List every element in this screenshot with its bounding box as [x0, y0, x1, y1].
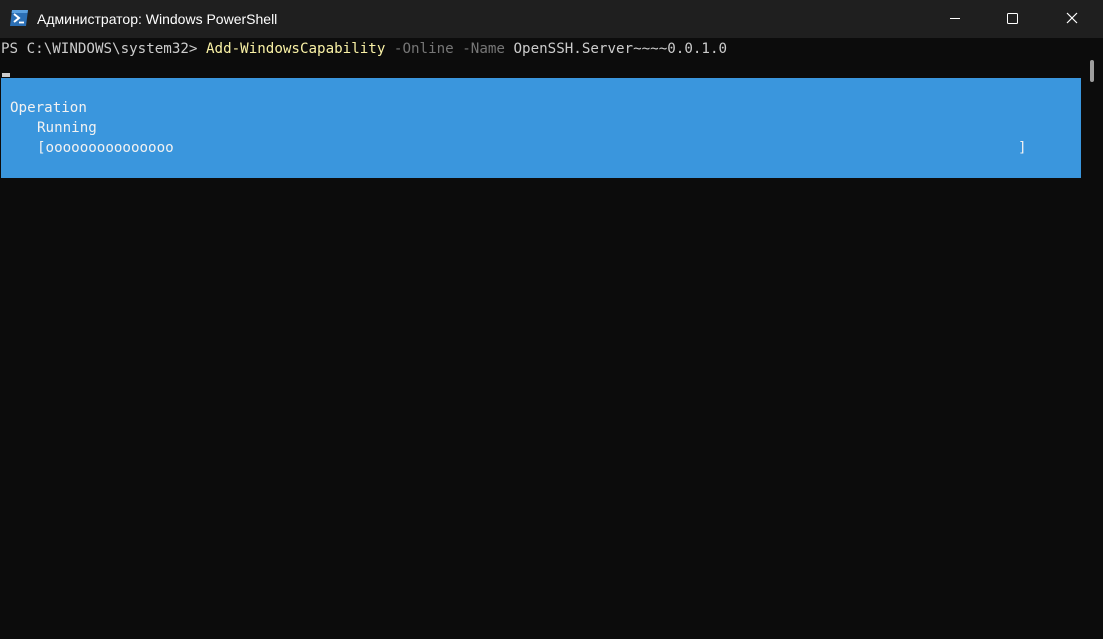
terminal-output[interactable]: PS C:\WINDOWS\system32> Add-WindowsCapab… — [0, 38, 1081, 639]
progress-bar-end: ] — [1018, 140, 1027, 156]
progress-activity: Operation — [10, 100, 87, 116]
cmdlet-name: Add-WindowsCapability — [206, 41, 386, 57]
maximize-icon — [1007, 13, 1018, 24]
powershell-window: Администратор: Windows PowerShell PS C:\… — [0, 0, 1103, 639]
progress-bar: [ooooooooooooooo — [37, 140, 174, 156]
prompt: PS C:\WINDOWS\system32> — [1, 41, 206, 57]
progress-panel: Operation Running [ooooooooooooooo ] — [1, 78, 1081, 178]
maximize-button[interactable] — [984, 0, 1042, 38]
parameter-online: -Online — [385, 41, 454, 57]
minimize-icon — [950, 18, 960, 19]
text-cursor — [2, 73, 10, 77]
parameter-name: -Name — [453, 41, 505, 57]
progress-status: Running — [37, 120, 97, 136]
powershell-icon — [9, 9, 29, 27]
command-line: PS C:\WINDOWS\system32> Add-WindowsCapab… — [1, 39, 727, 59]
capability-argument: OpenSSH.Server~~~~0.0.1.0 — [504, 41, 728, 57]
minimize-button[interactable] — [926, 0, 984, 38]
title-bar[interactable]: Администратор: Windows PowerShell — [0, 0, 1103, 38]
window-title: Администратор: Windows PowerShell — [37, 11, 278, 27]
close-button[interactable] — [1043, 0, 1103, 38]
vertical-scrollbar[interactable] — [1081, 38, 1103, 639]
scroll-thumb[interactable] — [1090, 60, 1094, 82]
close-icon — [1066, 12, 1078, 24]
